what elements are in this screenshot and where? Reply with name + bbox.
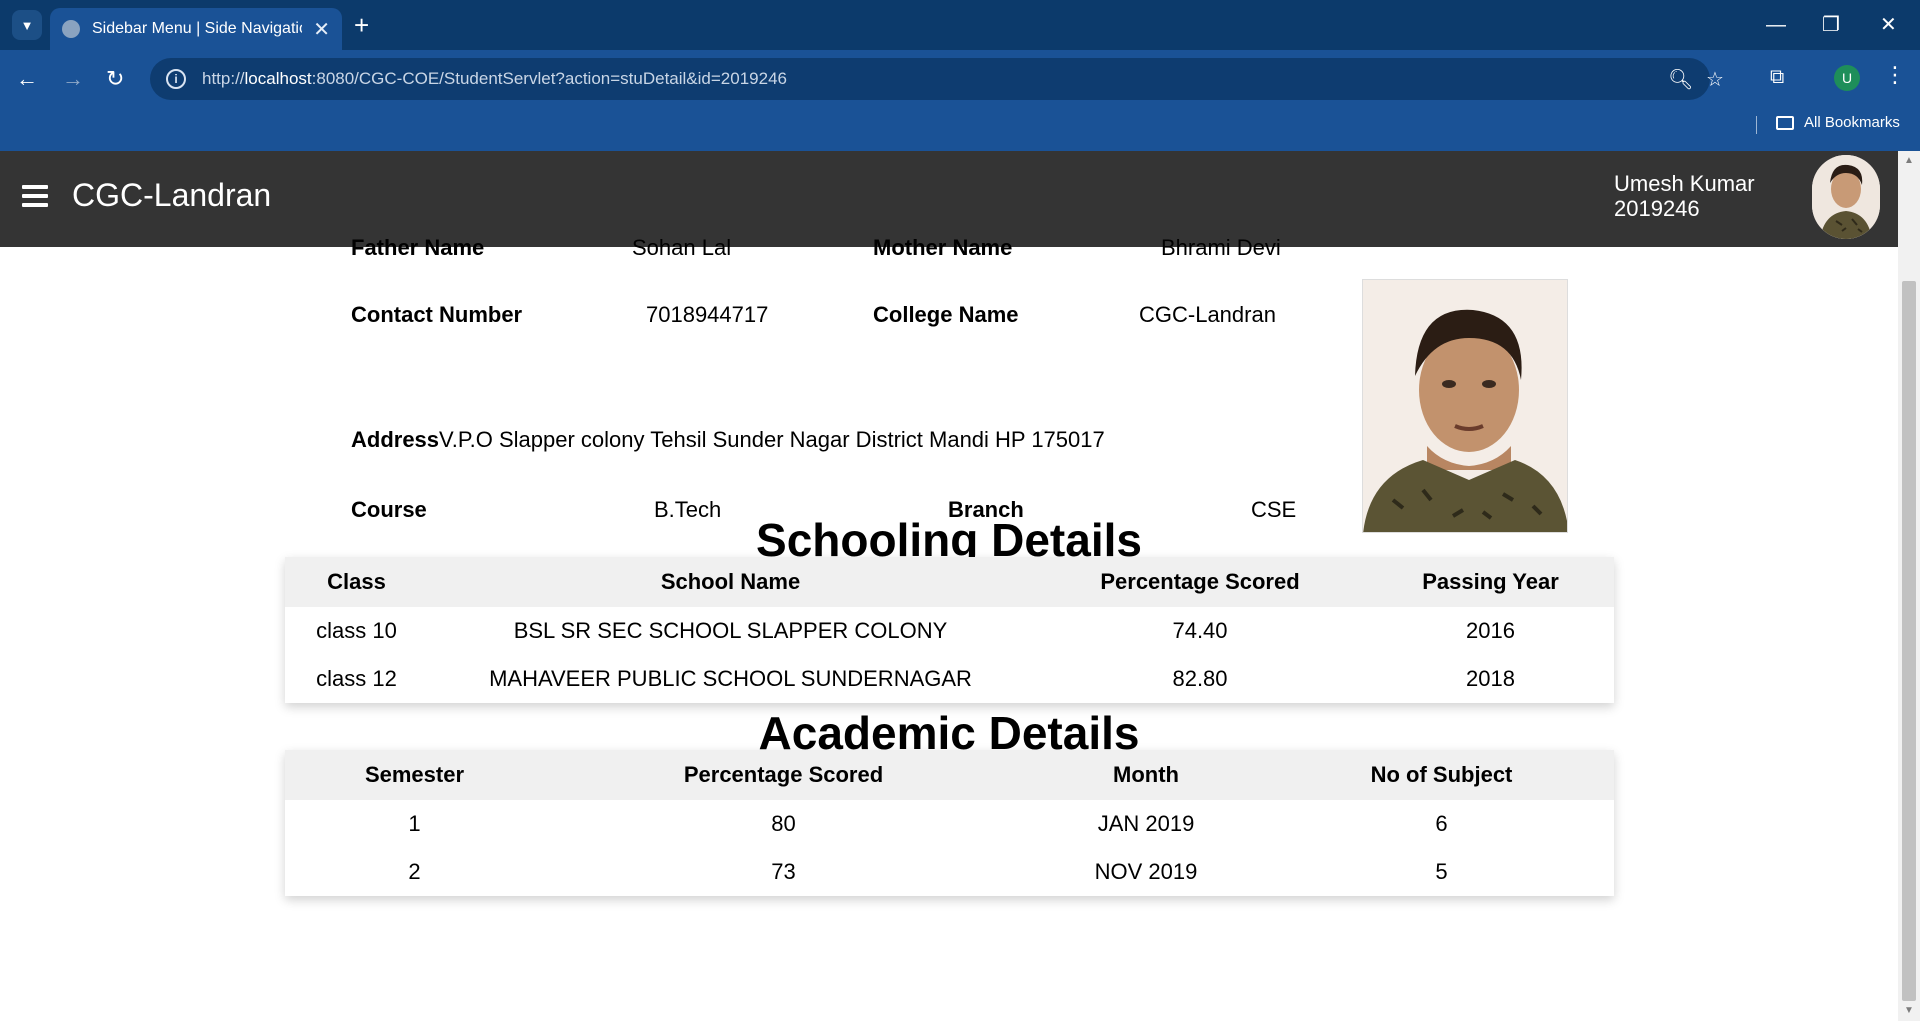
scrollbar-thumb[interactable]: [1902, 281, 1916, 1001]
college-name-label: College Name: [873, 302, 1019, 327]
subject-count-cell: 5: [1435, 859, 1448, 884]
academic-table: Semester Percentage Scored Month No of S…: [285, 750, 1614, 896]
profile-avatar[interactable]: U: [1834, 65, 1860, 91]
percentage-cell: 82.80: [1172, 666, 1228, 691]
chevron-down-icon: ▼: [20, 17, 34, 33]
hamburger-menu-icon[interactable]: [22, 185, 48, 212]
reload-icon[interactable]: ↻: [106, 64, 124, 94]
column-header: Semester: [364, 762, 465, 787]
class-cell: class 10: [316, 618, 397, 643]
new-tab-button[interactable]: +: [354, 10, 369, 40]
father-name-label: Father Name: [351, 235, 485, 260]
column-header: Percentage Scored: [1100, 569, 1300, 594]
user-name: Umesh Kumar: [1614, 171, 1755, 196]
back-arrow-icon[interactable]: ←: [16, 64, 38, 94]
app-header: CGC-Landran Umesh Kumar 2019246: [0, 151, 1898, 247]
column-header: Class: [327, 569, 386, 594]
url-text[interactable]: http://localhost:8080/CGC-COE/StudentSer…: [202, 69, 787, 89]
bookmarks-divider: [1756, 116, 1757, 134]
globe-icon: [62, 20, 80, 38]
college-name-value: CGC-Landran: [1139, 302, 1276, 327]
forward-arrow-icon[interactable]: →: [62, 64, 84, 94]
contact-number-value: 7018944717: [646, 302, 769, 327]
zoom-icon[interactable]: 🔍︎: [1668, 67, 1693, 92]
passing-year-cell: 2016: [1466, 618, 1515, 643]
browser-tab-strip: ▼ Sidebar Menu | Side Navigation ✕ + — ❐…: [0, 0, 1920, 50]
percentage-cell: 73: [771, 859, 796, 884]
page-scrollbar[interactable]: ▲ ▼: [1898, 151, 1920, 1021]
address-label: Address: [351, 427, 440, 452]
school-name-cell: BSL SR SEC SCHOOL SLAPPER COLONY: [513, 618, 948, 643]
table-row: class 12 MAHAVEER PUBLIC SCHOOL SUNDERNA…: [285, 655, 1614, 703]
close-icon[interactable]: ✕: [313, 17, 330, 42]
more-menu-icon[interactable]: ⋮: [1884, 62, 1906, 88]
user-avatar[interactable]: [1812, 155, 1880, 239]
column-header: Percentage Scored: [683, 762, 884, 787]
student-photo: [1362, 279, 1568, 533]
percentage-cell: 74.40: [1172, 618, 1228, 643]
user-info: Umesh Kumar 2019246: [1614, 171, 1755, 221]
schooling-table: Class School Name Percentage Scored Pass…: [285, 557, 1614, 703]
star-icon[interactable]: ☆: [1706, 67, 1724, 92]
folder-icon: [1776, 115, 1794, 130]
school-name-cell: MAHAVEER PUBLIC SCHOOL SUNDERNAGAR: [489, 666, 972, 691]
restore-icon[interactable]: ❐: [1822, 10, 1840, 40]
semester-cell: 1: [408, 811, 421, 836]
father-name-value: Sohan Lal: [632, 235, 732, 260]
mother-name-value: Bhrami Devi: [1161, 235, 1281, 260]
all-bookmarks-button[interactable]: All Bookmarks: [1776, 114, 1900, 131]
month-cell: JAN 2019: [1097, 811, 1195, 836]
scroll-down-arrow-icon[interactable]: ▼: [1904, 1005, 1914, 1016]
all-bookmarks-label: All Bookmarks: [1804, 114, 1900, 131]
browser-tab[interactable]: Sidebar Menu | Side Navigation ✕: [50, 8, 342, 50]
percentage-cell: 80: [771, 811, 796, 836]
address-bar[interactable]: i http://localhost:8080/CGC-COE/StudentS…: [150, 58, 1724, 100]
month-cell: NOV 2019: [1094, 859, 1198, 884]
column-header: No of Subject: [1370, 762, 1513, 787]
class-cell: class 12: [316, 666, 397, 691]
contact-number-label: Contact Number: [351, 302, 523, 327]
minimize-icon[interactable]: —: [1766, 10, 1786, 40]
page-viewport: CGC-Landran Umesh Kumar 2019246 Father N…: [0, 151, 1898, 1021]
table-header: Semester Percentage Scored Month No of S…: [285, 750, 1614, 800]
mother-name-label: Mother Name: [873, 235, 1013, 260]
table-row: class 10 BSL SR SEC SCHOOL SLAPPER COLON…: [285, 607, 1614, 655]
window-close-icon[interactable]: ✕: [1880, 10, 1897, 40]
table-header: Class School Name Percentage Scored Pass…: [285, 557, 1614, 607]
tab-search-button[interactable]: ▼: [12, 10, 42, 40]
column-header: Passing Year: [1422, 569, 1559, 594]
passing-year-cell: 2018: [1466, 666, 1515, 691]
user-id: 2019246: [1614, 196, 1700, 221]
subject-count-cell: 6: [1435, 811, 1448, 836]
brand-title: CGC-Landran: [72, 177, 272, 213]
scroll-up-arrow-icon[interactable]: ▲: [1904, 155, 1914, 166]
tab-title: Sidebar Menu | Side Navigation: [92, 20, 302, 37]
column-header: Month: [1113, 762, 1179, 787]
table-row: 2 73 NOV 2019 5: [285, 848, 1614, 896]
address-line: AddressV.P.O Slapper colony Tehsil Sunde…: [351, 427, 1105, 453]
site-info-icon[interactable]: i: [166, 69, 186, 89]
browser-toolbar: ← → ↻ i http://localhost:8080/CGC-COE/St…: [0, 50, 1920, 158]
table-row: 1 80 JAN 2019 6: [285, 800, 1614, 848]
semester-cell: 2: [408, 859, 421, 884]
address-value: V.P.O Slapper colony Tehsil Sunder Nagar…: [439, 427, 1105, 452]
extensions-icon[interactable]: ⧉: [1770, 66, 1784, 89]
column-header: School Name: [660, 569, 801, 594]
